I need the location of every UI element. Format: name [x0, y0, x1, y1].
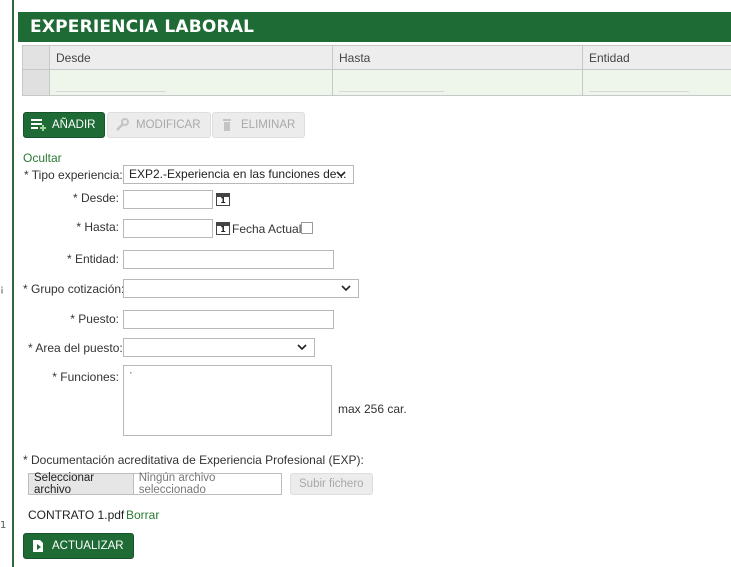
- attached-file-name: CONTRATO 1.pdf: [28, 508, 125, 522]
- calendar-icon[interactable]: 1: [216, 222, 230, 235]
- chevron-down-icon: [336, 171, 346, 178]
- delete-file-link[interactable]: Borrar: [126, 508, 159, 522]
- column-header-hasta[interactable]: Hasta: [332, 46, 582, 69]
- no-file-text: Ningún archivo seleccionado: [138, 472, 216, 496]
- chevron-down-icon: [297, 344, 307, 351]
- file-picker[interactable]: Seleccionar archivo Ningún archivo selec…: [28, 472, 282, 496]
- select-file-button[interactable]: Seleccionar archivo: [29, 472, 134, 496]
- save-document-icon: [31, 539, 46, 553]
- section-header: EXPERIENCIA LABORAL: [18, 12, 731, 42]
- tipo-experiencia-label: * Tipo experiencia:: [24, 168, 123, 182]
- desde-label: * Desde:: [72, 191, 119, 205]
- hide-form-link[interactable]: Ocultar: [23, 151, 62, 165]
- funciones-label: * Funciones:: [52, 370, 119, 384]
- entidad-input[interactable]: [123, 250, 334, 269]
- grupo-cotizacion-label: * Grupo cotización:: [23, 282, 125, 296]
- update-button[interactable]: ACTUALIZAR: [23, 533, 134, 559]
- entidad-label: * Entidad:: [66, 252, 119, 266]
- trash-icon: [220, 118, 235, 132]
- grid-row-selector[interactable]: [23, 70, 49, 95]
- table-cell-entidad[interactable]: [582, 70, 731, 95]
- grupo-cotizacion-select[interactable]: [123, 279, 359, 298]
- experience-grid: Desde Hasta Entidad: [22, 45, 731, 96]
- calendar-icon[interactable]: 1: [216, 193, 230, 206]
- add-list-icon: [31, 118, 46, 132]
- cell-underline: [339, 91, 444, 92]
- grid-row-selector-header: [23, 46, 49, 69]
- cell-underline: [56, 91, 166, 92]
- hasta-label: * Hasta:: [76, 220, 119, 234]
- margin-mark: 1: [0, 520, 7, 531]
- max-chars-note: max 256 car.: [338, 402, 407, 416]
- desde-date-input[interactable]: [123, 190, 213, 209]
- tipo-experiencia-select[interactable]: EXP2.-Experiencia en las funciones de...: [123, 165, 354, 184]
- add-button[interactable]: AÑADIR: [23, 112, 106, 138]
- margin-mark: ¡: [0, 284, 5, 295]
- grid-header-row: Desde Hasta Entidad: [23, 46, 731, 70]
- documentacion-label: * Documentación acreditativa de Experien…: [23, 453, 364, 467]
- column-header-desde[interactable]: Desde: [49, 46, 332, 69]
- section-title: EXPERIENCIA LABORAL: [30, 17, 255, 37]
- cell-underline: [589, 91, 689, 92]
- modify-button[interactable]: MODIFICAR: [107, 112, 211, 138]
- puesto-label: * Puesto:: [70, 312, 119, 326]
- table-row[interactable]: [23, 70, 731, 95]
- table-cell-hasta[interactable]: [332, 70, 582, 95]
- puesto-input[interactable]: [123, 310, 334, 329]
- funciones-textarea[interactable]: ·: [123, 365, 332, 436]
- upload-file-button[interactable]: Subir fichero: [290, 473, 373, 495]
- table-cell-desde[interactable]: [49, 70, 332, 95]
- fecha-actual-checkbox[interactable]: [301, 222, 313, 234]
- column-header-entidad[interactable]: Entidad: [582, 46, 731, 69]
- fecha-actual-label: Fecha Actual:: [232, 222, 305, 236]
- hasta-date-input[interactable]: [123, 219, 213, 238]
- left-border-rule: [12, 0, 14, 567]
- delete-button[interactable]: ELIMINAR: [212, 112, 306, 138]
- wrench-icon: [115, 118, 130, 132]
- area-puesto-label: * Area del puesto:: [28, 341, 123, 355]
- chevron-down-icon: [341, 285, 351, 292]
- area-puesto-select[interactable]: [123, 338, 315, 357]
